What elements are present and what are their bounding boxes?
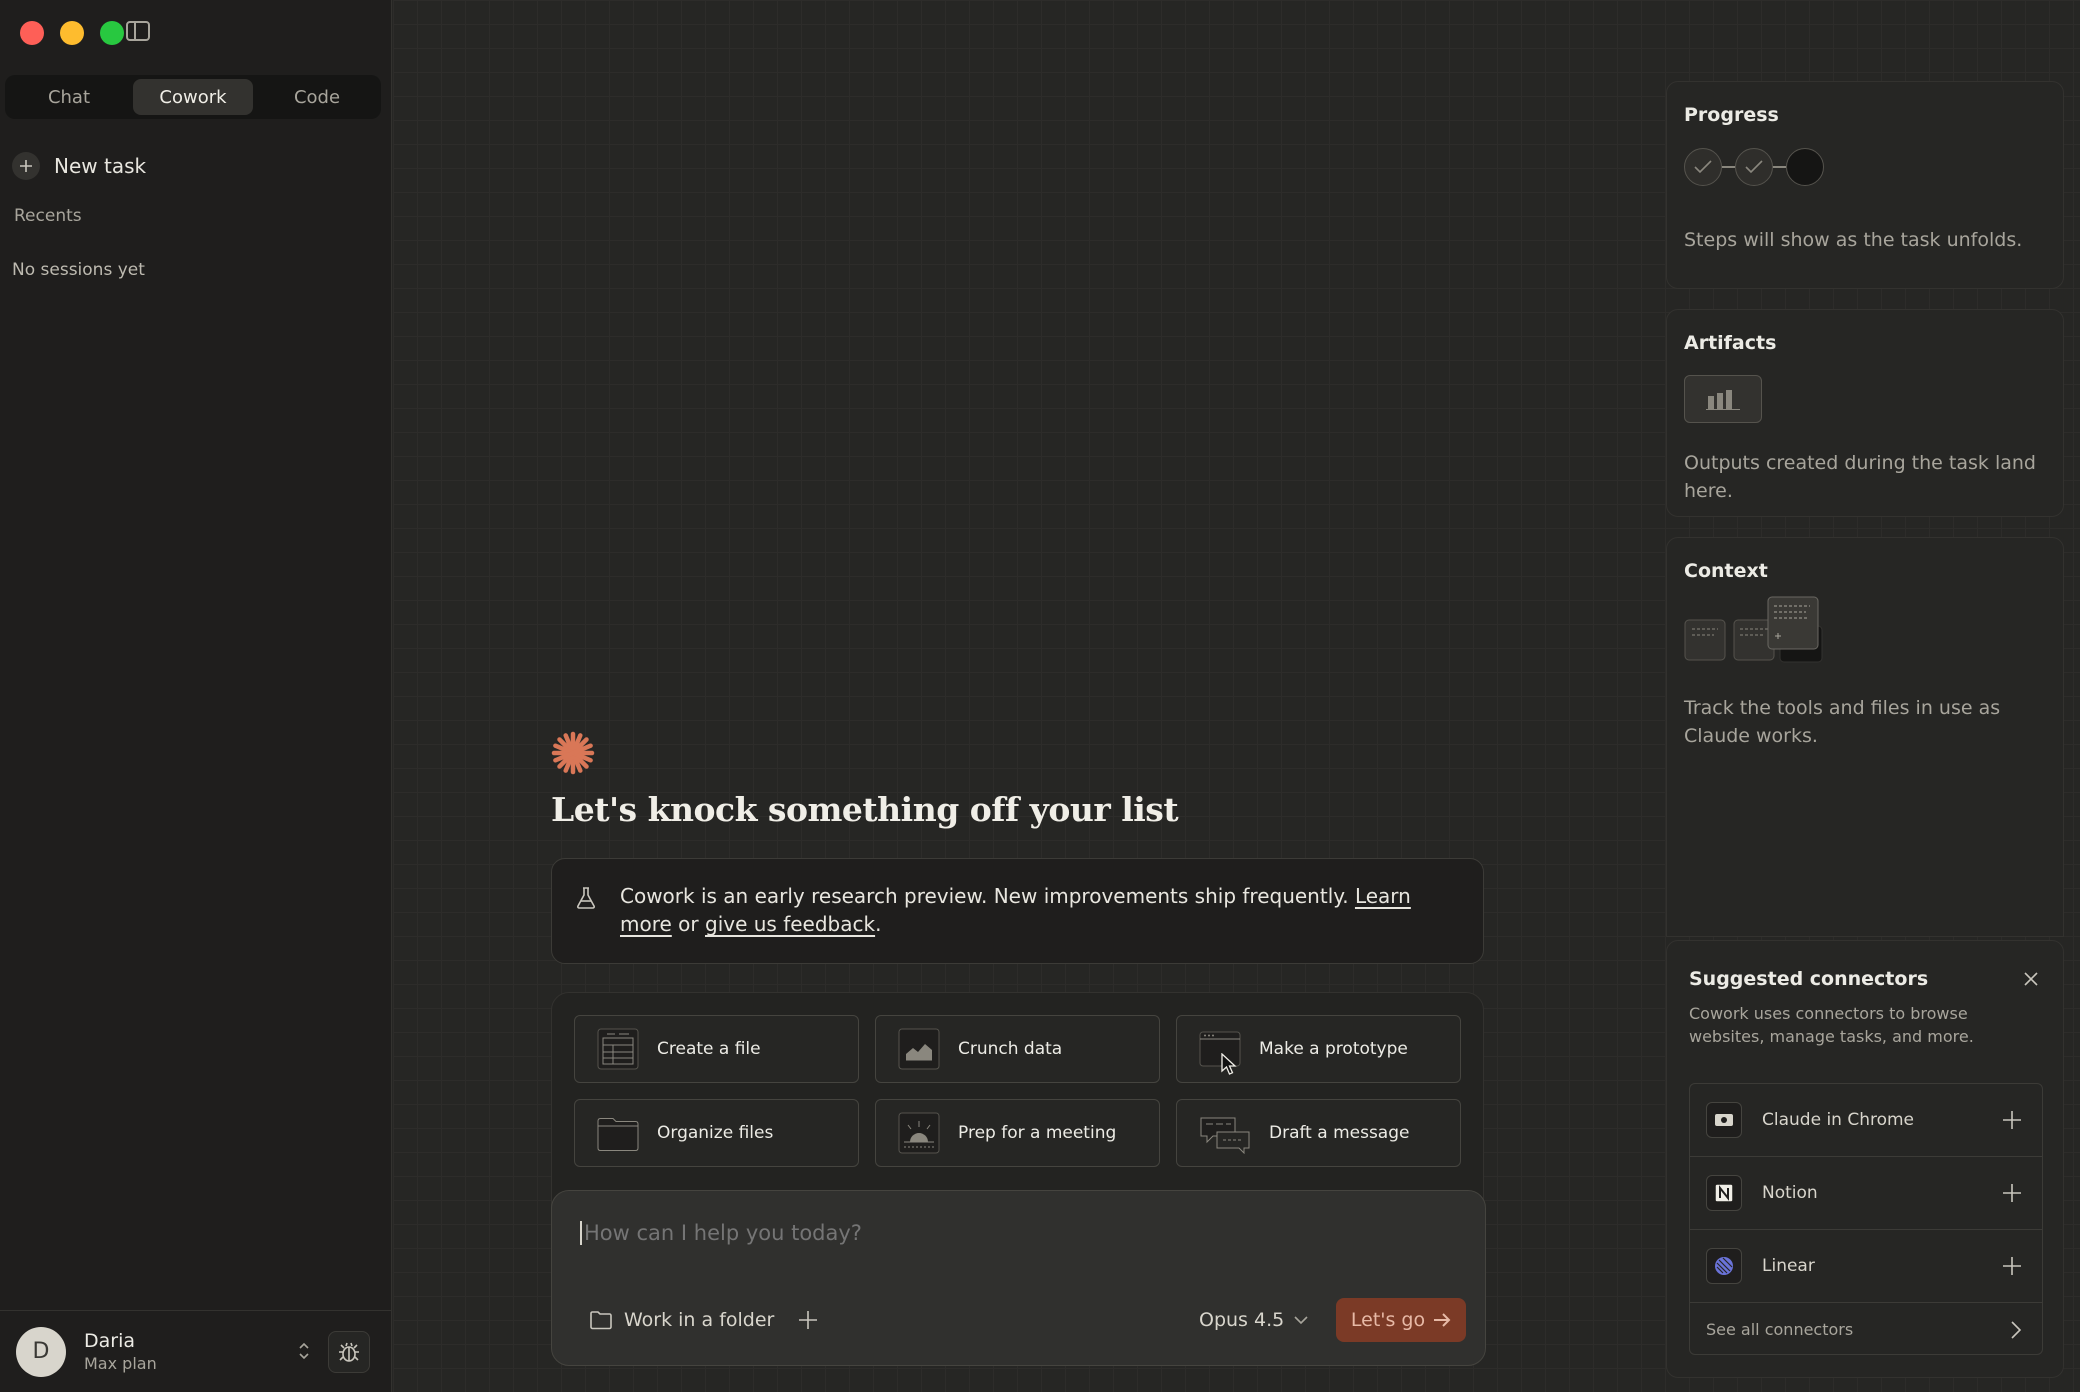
tab-cowork[interactable]: Cowork — [133, 79, 253, 115]
add-connector-icon[interactable] — [2002, 1110, 2022, 1130]
flask-icon — [576, 887, 596, 909]
action-label: Make a prototype — [1259, 1039, 1408, 1059]
context-description: Track the tools and files in use as Clau… — [1684, 697, 2001, 747]
connectors-description: Cowork uses connectors to browse website… — [1689, 1004, 1974, 1046]
suggested-connectors-card: Suggested connectors Cowork uses connect… — [1666, 940, 2064, 1378]
step-connector — [1722, 166, 1735, 168]
action-label: Crunch data — [958, 1039, 1063, 1059]
tab-code[interactable]: Code — [257, 79, 377, 115]
connector-notion[interactable]: Notion — [1690, 1157, 2042, 1230]
action-organize-files[interactable]: Organize files — [574, 1099, 859, 1167]
submit-button[interactable]: Let's go — [1336, 1298, 1466, 1342]
artifacts-description: Outputs created during the task land her… — [1684, 452, 2036, 502]
chevron-up-down-icon[interactable] — [298, 1341, 310, 1361]
mode-tabs: Chat Cowork Code — [5, 75, 381, 119]
new-task-label: New task — [54, 154, 147, 178]
connectors-list: Claude in Chrome Notion Linear See all c… — [1689, 1083, 2043, 1355]
model-name: Opus 4.5 — [1199, 1309, 1285, 1331]
calendar-icon — [898, 1112, 940, 1154]
progress-card: Progress Steps will show as the task unf… — [1666, 81, 2064, 289]
action-make-prototype[interactable]: Make a prototype — [1176, 1015, 1461, 1083]
chart-icon — [898, 1028, 940, 1070]
folder-icon — [590, 1311, 612, 1330]
notice-period: . — [875, 912, 882, 936]
prompt-composer: Work in a folder Opus 4.5 Let's go — [551, 1190, 1486, 1366]
context-title: Context — [1684, 560, 1768, 582]
notice-or: or — [678, 912, 699, 936]
minimize-window-button[interactable] — [60, 21, 84, 45]
new-task-button[interactable]: New task — [12, 152, 146, 180]
artifacts-card: Artifacts Outputs created during the tas… — [1666, 309, 2064, 517]
connector-claude-in-chrome[interactable]: Claude in Chrome — [1690, 1084, 2042, 1157]
connector-name: Claude in Chrome — [1762, 1110, 1915, 1130]
close-icon[interactable] — [2023, 971, 2039, 987]
user-name: Daria — [84, 1330, 136, 1352]
add-attachment-icon[interactable] — [797, 1309, 819, 1331]
action-label: Prep for a meeting — [958, 1123, 1117, 1143]
notice-text: Cowork is an early research preview. New… — [620, 884, 1349, 908]
avatar: D — [16, 1326, 66, 1377]
linear-icon — [1706, 1248, 1742, 1284]
see-all-label: See all connectors — [1706, 1319, 1854, 1339]
progress-title: Progress — [1684, 104, 1779, 126]
plus-icon — [12, 152, 40, 180]
step-connector — [1773, 166, 1786, 168]
page-title: Let's knock something off your list — [551, 790, 1179, 829]
add-connector-icon[interactable] — [2002, 1256, 2022, 1276]
sidebar-toggle-icon[interactable] — [126, 21, 150, 41]
context-card: Context Track the tools and files in use… — [1666, 537, 2064, 937]
tab-chat[interactable]: Chat — [9, 79, 129, 115]
bug-icon — [339, 1342, 359, 1362]
action-label: Organize files — [657, 1123, 774, 1143]
feedback-link[interactable]: give us feedback — [705, 912, 875, 936]
work-in-folder-label: Work in a folder — [624, 1309, 775, 1331]
model-selector[interactable]: Opus 4.5 — [1199, 1309, 1308, 1331]
add-connector-icon[interactable] — [2002, 1183, 2022, 1203]
action-draft-message[interactable]: Draft a message — [1176, 1099, 1461, 1167]
bug-report-button[interactable] — [328, 1331, 370, 1373]
mouse-cursor-icon — [1221, 1053, 1237, 1075]
empty-sessions-text: No sessions yet — [12, 260, 145, 280]
user-info: Daria Max plan — [84, 1330, 157, 1373]
quick-actions-grid: Create a file Crunch data Make a prototy… — [574, 1015, 1462, 1167]
prompt-input[interactable] — [580, 1221, 1440, 1245]
claude-spark-icon — [551, 731, 595, 775]
research-preview-notice: Cowork is an early research preview. New… — [551, 858, 1484, 964]
connectors-title: Suggested connectors — [1689, 968, 1929, 990]
document-icon — [597, 1028, 639, 1070]
action-crunch-data[interactable]: Crunch data — [875, 1015, 1160, 1083]
work-in-folder-button[interactable]: Work in a folder — [590, 1309, 774, 1331]
action-label: Create a file — [657, 1039, 761, 1059]
submit-label: Let's go — [1350, 1309, 1426, 1331]
step-complete-icon — [1735, 148, 1773, 186]
notion-icon — [1706, 1175, 1742, 1211]
action-create-file[interactable]: Create a file — [574, 1015, 859, 1083]
message-icon — [1200, 1117, 1250, 1154]
connector-name: Notion — [1762, 1183, 1818, 1203]
bar-chart-icon — [1684, 375, 1762, 423]
artifacts-title: Artifacts — [1684, 332, 1777, 354]
step-pending-icon — [1786, 148, 1824, 186]
user-plan: Max plan — [84, 1354, 157, 1373]
maximize-window-button[interactable] — [100, 21, 124, 45]
close-window-button[interactable] — [20, 21, 44, 45]
chrome-extension-icon — [1706, 1102, 1742, 1138]
context-files-icon — [1684, 596, 2046, 666]
folder-icon — [597, 1118, 639, 1151]
user-menu[interactable]: D Daria Max plan — [0, 1310, 392, 1392]
action-label: Draft a message — [1269, 1123, 1410, 1143]
connector-linear[interactable]: Linear — [1690, 1230, 2042, 1303]
window-controls — [20, 21, 124, 45]
sidebar: Chat Cowork Code New task Recents No ses… — [0, 0, 392, 1392]
chevron-down-icon — [1294, 1316, 1308, 1325]
progress-description: Steps will show as the task unfolds. — [1684, 229, 2023, 251]
progress-steps — [1684, 148, 2046, 186]
action-prep-meeting[interactable]: Prep for a meeting — [875, 1099, 1160, 1167]
recents-heading: Recents — [14, 206, 82, 226]
chevron-right-icon — [2011, 1321, 2022, 1339]
arrow-right-icon — [1434, 1313, 1451, 1327]
connector-name: Linear — [1762, 1256, 1815, 1276]
see-all-connectors-link[interactable]: See all connectors — [1690, 1303, 2042, 1354]
step-complete-icon — [1684, 148, 1722, 186]
